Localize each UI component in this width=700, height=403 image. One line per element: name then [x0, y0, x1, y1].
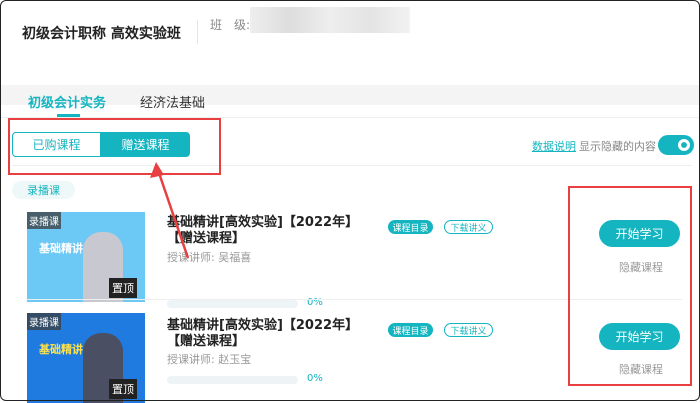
annotation-arrow [150, 162, 190, 259]
